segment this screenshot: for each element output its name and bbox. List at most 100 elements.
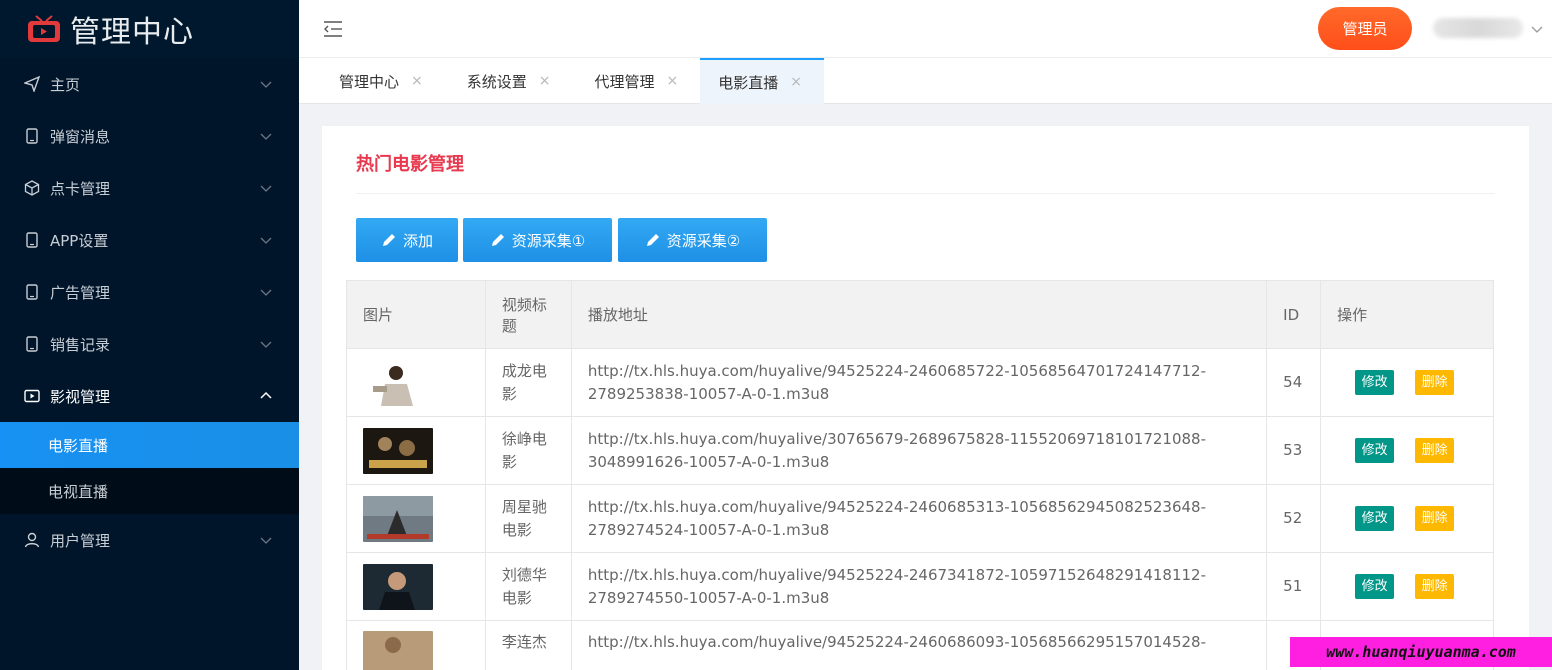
chevron-down-icon — [260, 81, 272, 88]
video-submenu: 电影直播 电视直播 — [0, 422, 299, 514]
edit-button[interactable]: 修改 — [1355, 370, 1395, 395]
chevron-down-icon — [260, 133, 272, 140]
tab-label: 系统设置 — [466, 72, 527, 91]
sidebar-subitem-tv-live[interactable]: 电视直播 — [0, 468, 299, 514]
sidebar-item-video-management[interactable]: 影视管理 — [0, 370, 299, 422]
edit-button[interactable]: 修改 — [1355, 574, 1395, 599]
sidebar-item-label: 弹窗消息 — [50, 127, 111, 146]
image-cell — [346, 620, 486, 670]
sidebar-subitem-movie-live[interactable]: 电影直播 — [0, 422, 299, 468]
cube-icon — [24, 180, 40, 196]
chevron-down-icon — [260, 537, 272, 544]
sidebar-item-label: 用户管理 — [50, 531, 111, 550]
sidebar-item-label: APP设置 — [50, 231, 109, 250]
collect-resource-2-button[interactable]: 资源采集② — [618, 218, 767, 262]
url-cell: http://tx.hls.huya.com/huyalive/30765679… — [570, 416, 1268, 485]
close-icon[interactable]: × — [667, 73, 679, 89]
actions-cell: 修改 删除 — [1320, 552, 1494, 621]
sidebar-item-sales-records[interactable]: 销售记录 — [0, 318, 299, 370]
close-icon[interactable]: × — [411, 73, 423, 89]
column-header-title: 视频标题 — [484, 280, 572, 349]
chevron-down-icon[interactable] — [1530, 22, 1544, 36]
delete-button[interactable]: 删除 — [1415, 506, 1455, 531]
sidebar-item-label: 点卡管理 — [50, 179, 111, 198]
title-cell: 成龙电影 — [484, 348, 572, 417]
tab-admin-center[interactable]: 管理中心 × — [299, 58, 445, 104]
page-title: 热门电影管理 — [356, 154, 464, 175]
sidebar-item-label: 影视管理 — [50, 387, 111, 406]
column-header-id: ID — [1266, 280, 1322, 349]
topbar: 管理员 — [299, 0, 1552, 58]
admin-button[interactable]: 管理员 — [1318, 7, 1412, 50]
paper-plane-icon — [24, 76, 40, 92]
title-cell: 刘德华电影 — [484, 552, 572, 621]
sidebar-item-popup-messages[interactable]: 弹窗消息 — [0, 110, 299, 162]
title-cell: 徐峥电影 — [484, 416, 572, 485]
tv-icon — [28, 15, 60, 42]
pencil-icon — [491, 234, 504, 246]
logo[interactable]: 管理中心 — [0, 0, 299, 58]
tablet-icon — [26, 336, 38, 352]
edit-button[interactable]: 修改 — [1355, 438, 1395, 463]
url-cell: http://tx.hls.huya.com/huyalive/94525224… — [570, 552, 1268, 621]
menu-fold-icon[interactable] — [323, 20, 343, 38]
tab-system-settings[interactable]: 系统设置 × — [445, 58, 573, 104]
sidebar-item-user-management[interactable]: 用户管理 — [0, 514, 299, 566]
watermark: www.huanqiuyuanma.com — [1290, 637, 1552, 667]
actions-cell: 修改 删除 — [1320, 416, 1494, 485]
tablet-icon — [26, 284, 38, 300]
sidebar-item-home[interactable]: 主页 — [0, 58, 299, 110]
chevron-down-icon — [260, 185, 272, 192]
add-button[interactable]: 添加 — [356, 218, 458, 262]
column-header-actions: 操作 — [1320, 280, 1494, 349]
id-cell: 51 — [1266, 552, 1322, 621]
id-cell: 52 — [1266, 484, 1322, 553]
column-header-url: 播放地址 — [570, 280, 1268, 349]
sidebar-subitem-label: 电视直播 — [48, 482, 109, 501]
chevron-down-icon — [260, 341, 272, 348]
user-icon — [24, 532, 40, 548]
image-cell — [346, 416, 486, 485]
sidebar-item-label: 广告管理 — [50, 283, 111, 302]
sidebar: 管理中心 主页 弹窗消息 点卡管理 APP设置 广告管理 销售记录 影视管理 电… — [0, 0, 299, 670]
sidebar-item-label: 销售记录 — [50, 335, 111, 354]
delete-button[interactable]: 删除 — [1415, 574, 1455, 599]
table-header-row: 图片 视频标题 播放地址 ID 操作 — [346, 280, 1494, 349]
url-cell: http://tx.hls.huya.com/huyalive/94525224… — [570, 620, 1268, 670]
tab-movie-live[interactable]: 电影直播 × — [700, 58, 824, 104]
delete-button[interactable]: 删除 — [1415, 370, 1455, 395]
tab-bar: 管理中心 × 系统设置 × 代理管理 × 电影直播 × — [299, 58, 1552, 104]
tab-label: 代理管理 — [594, 72, 655, 91]
actions-cell: 修改 删除 — [1320, 484, 1494, 553]
delete-button[interactable]: 删除 — [1415, 438, 1455, 463]
id-cell: 54 — [1266, 348, 1322, 417]
collect-resource-1-button[interactable]: 资源采集① — [463, 218, 612, 262]
sidebar-item-ad-management[interactable]: 广告管理 — [0, 266, 299, 318]
video-icon — [24, 389, 40, 403]
tab-agent-management[interactable]: 代理管理 × — [573, 58, 701, 104]
sidebar-subitem-label: 电影直播 — [48, 436, 109, 455]
username-blurred[interactable] — [1433, 18, 1523, 38]
sidebar-item-card-management[interactable]: 点卡管理 — [0, 162, 299, 214]
sidebar-item-label: 主页 — [50, 75, 81, 94]
url-cell: http://tx.hls.huya.com/huyalive/94525224… — [570, 484, 1268, 553]
content-card: 热门电影管理 添加 资源采集① 资源采集② 图片 视频标题 播放地址 ID 操作 — [322, 126, 1529, 670]
title-cell: 李连杰 — [484, 620, 572, 670]
collect-resource-1-label: 资源采集① — [511, 231, 586, 250]
close-icon[interactable]: × — [790, 74, 802, 90]
tab-label: 管理中心 — [339, 72, 400, 91]
edit-button[interactable]: 修改 — [1355, 506, 1395, 531]
tablet-icon — [26, 128, 38, 144]
column-header-image: 图片 — [346, 280, 486, 349]
tab-label: 电影直播 — [718, 73, 779, 92]
tablet-icon — [26, 232, 38, 248]
movie-thumbnail — [363, 359, 433, 406]
chevron-down-icon — [260, 237, 272, 244]
table-row: 成龙电影 http://tx.hls.huya.com/huyalive/945… — [346, 348, 1494, 417]
close-icon[interactable]: × — [539, 73, 551, 89]
add-button-label: 添加 — [402, 231, 433, 250]
movie-thumbnail — [363, 563, 433, 610]
sidebar-item-app-settings[interactable]: APP设置 — [0, 214, 299, 266]
app-title: 管理中心 — [70, 15, 194, 50]
image-cell — [346, 348, 486, 417]
